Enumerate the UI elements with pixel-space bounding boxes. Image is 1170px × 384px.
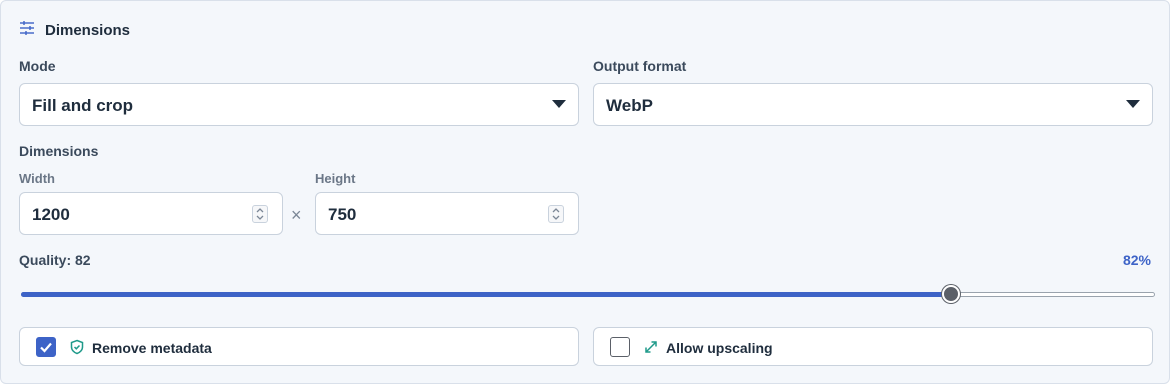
- remove-metadata-label: Remove metadata: [92, 340, 212, 356]
- remove-metadata-checkbox[interactable]: [36, 337, 56, 357]
- slider-thumb[interactable]: [942, 285, 960, 303]
- shield-check-icon: [69, 339, 85, 355]
- height-stepper[interactable]: [548, 205, 564, 223]
- allow-upscaling-label: Allow upscaling: [666, 340, 773, 356]
- format-label: Output format: [593, 58, 687, 74]
- quality-label: Quality: 82: [19, 252, 91, 268]
- chevron-down-icon: [552, 100, 566, 108]
- times-icon: ×: [291, 205, 302, 225]
- mode-label: Mode: [19, 58, 56, 74]
- height-input[interactable]: 750: [315, 192, 579, 235]
- dimensions-label: Dimensions: [19, 143, 99, 159]
- dimensions-panel: Dimensions Mode Fill and crop Output for…: [0, 0, 1170, 384]
- allow-upscaling-checkbox[interactable]: [610, 337, 630, 357]
- format-select[interactable]: WebP: [593, 83, 1153, 126]
- width-label: Width: [19, 171, 55, 186]
- section-header: Dimensions: [19, 19, 130, 41]
- mode-select[interactable]: Fill and crop: [19, 83, 579, 126]
- section-title: Dimensions: [45, 21, 131, 39]
- mode-value: Fill and crop: [32, 96, 134, 115]
- allow-upscaling-option[interactable]: Allow upscaling: [593, 327, 1153, 366]
- quality-slider[interactable]: [21, 285, 1155, 303]
- width-value: 1200: [32, 205, 70, 224]
- slider-fill: [21, 292, 951, 297]
- format-value: WebP: [606, 96, 653, 115]
- height-label: Height: [315, 171, 356, 186]
- remove-metadata-option[interactable]: Remove metadata: [19, 327, 579, 366]
- expand-icon: [643, 339, 659, 355]
- chevron-down-icon: [1126, 100, 1140, 108]
- width-stepper[interactable]: [252, 205, 268, 223]
- height-value: 750: [328, 205, 357, 224]
- quality-percent: 82%: [1122, 252, 1151, 268]
- width-input[interactable]: 1200: [19, 192, 283, 235]
- sliders-icon: [19, 20, 35, 41]
